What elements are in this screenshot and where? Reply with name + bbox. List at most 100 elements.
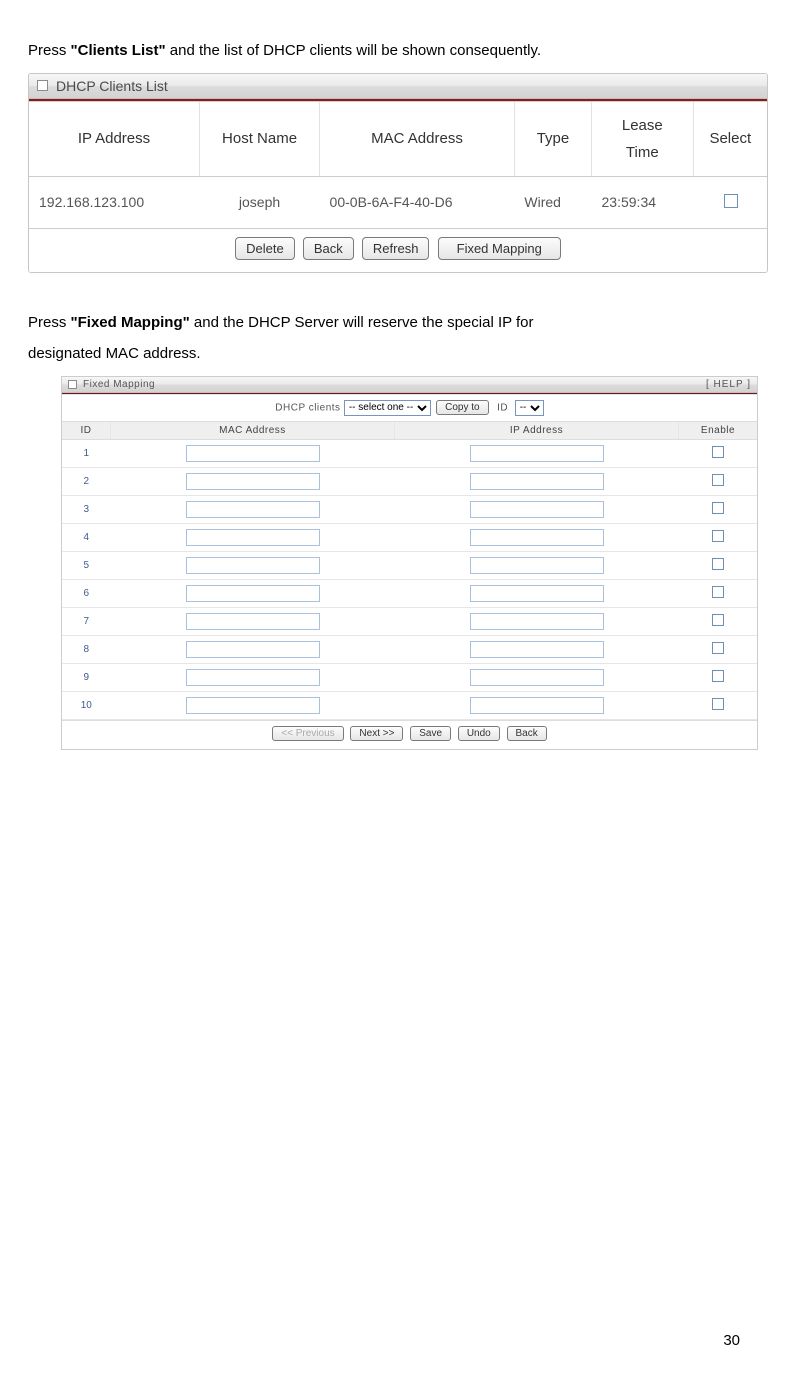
row-mac-cell: [111, 691, 395, 719]
ip-input[interactable]: [470, 697, 604, 714]
ip-input[interactable]: [470, 529, 604, 546]
copy-to-button[interactable]: Copy to: [436, 400, 488, 415]
row-id: 7: [62, 607, 111, 635]
mac-input[interactable]: [186, 529, 320, 546]
enable-checkbox[interactable]: [712, 670, 724, 682]
intro2-post2: designated MAC address.: [28, 345, 201, 362]
enable-checkbox[interactable]: [712, 530, 724, 542]
row-enable-cell: [679, 663, 758, 691]
dhcp-clients-panel: DHCP Clients List IP Address Host Name M…: [28, 73, 768, 273]
row-enable-cell: [679, 551, 758, 579]
row-enable-cell: [679, 635, 758, 663]
back-button[interactable]: Back: [303, 237, 354, 260]
row-ip-cell: [395, 663, 679, 691]
mac-input[interactable]: [186, 473, 320, 490]
row-ip-cell: [395, 495, 679, 523]
id-label: ID: [497, 402, 508, 413]
mac-input[interactable]: [186, 669, 320, 686]
row-id: 6: [62, 579, 111, 607]
enable-checkbox[interactable]: [712, 586, 724, 598]
ip-input[interactable]: [470, 585, 604, 602]
ip-input[interactable]: [470, 557, 604, 574]
table-row: 4: [62, 523, 757, 551]
mac-input[interactable]: [186, 641, 320, 658]
row-id: 1: [62, 439, 111, 467]
ip-input[interactable]: [470, 473, 604, 490]
intro2-post1: and the DHCP Server will reserve the spe…: [190, 314, 534, 331]
row-id: 8: [62, 635, 111, 663]
table-row: 3: [62, 495, 757, 523]
cell-type: Wired: [514, 176, 591, 228]
table-row: 2: [62, 467, 757, 495]
enable-checkbox[interactable]: [712, 614, 724, 626]
intro1-post: and the list of DHCP clients will be sho…: [166, 42, 541, 59]
row-ip-cell: [395, 551, 679, 579]
intro2-pre: Press: [28, 314, 71, 331]
cell-lease: 23:59:34: [592, 176, 694, 228]
prev-button[interactable]: << Previous: [272, 726, 343, 741]
cell-ip: 192.168.123.100: [29, 176, 200, 228]
row-ip-cell: [395, 467, 679, 495]
row-mac-cell: [111, 663, 395, 691]
ip-input[interactable]: [470, 669, 604, 686]
fixed-mapping-button[interactable]: Fixed Mapping: [438, 237, 561, 260]
row-mac-cell: [111, 467, 395, 495]
dhcp-clients-select[interactable]: -- select one --: [344, 400, 431, 416]
row-enable-cell: [679, 439, 758, 467]
col-ip: IP Address: [395, 422, 679, 440]
row-ip-cell: [395, 691, 679, 719]
row-mac-cell: [111, 579, 395, 607]
row-enable-cell: [679, 495, 758, 523]
mac-input[interactable]: [186, 613, 320, 630]
undo-button[interactable]: Undo: [458, 726, 500, 741]
row-mac-cell: [111, 439, 395, 467]
row-mac-cell: [111, 551, 395, 579]
refresh-button[interactable]: Refresh: [362, 237, 430, 260]
row-ip-cell: [395, 607, 679, 635]
table-row: 192.168.123.100 joseph 00-0B-6A-F4-40-D6…: [29, 176, 767, 228]
enable-checkbox[interactable]: [712, 446, 724, 458]
id-select[interactable]: --: [515, 400, 544, 416]
enable-checkbox[interactable]: [712, 502, 724, 514]
row-enable-cell: [679, 691, 758, 719]
ip-input[interactable]: [470, 445, 604, 462]
save-button[interactable]: Save: [410, 726, 451, 741]
next-button[interactable]: Next >>: [350, 726, 403, 741]
ip-input[interactable]: [470, 641, 604, 658]
back2-button[interactable]: Back: [507, 726, 547, 741]
ip-input[interactable]: [470, 501, 604, 518]
select-checkbox[interactable]: [724, 194, 738, 208]
row-ip-cell: [395, 579, 679, 607]
enable-checkbox[interactable]: [712, 698, 724, 710]
col-mac: MAC Address: [320, 102, 515, 177]
delete-button[interactable]: Delete: [235, 237, 295, 260]
cell-select: [693, 176, 767, 228]
clients-button-row: Delete Back Refresh Fixed Mapping: [29, 229, 767, 272]
table-row: 10: [62, 691, 757, 719]
minimize-icon: [68, 380, 77, 389]
intro1-bold: "Clients List": [71, 42, 166, 59]
row-id: 5: [62, 551, 111, 579]
fixed-mapping-header: Fixed Mapping [ HELP ]: [62, 377, 757, 393]
col-lease: Lease Time: [592, 102, 694, 177]
row-mac-cell: [111, 495, 395, 523]
enable-checkbox[interactable]: [712, 558, 724, 570]
mac-input[interactable]: [186, 445, 320, 462]
table-row: 9: [62, 663, 757, 691]
mac-input[interactable]: [186, 697, 320, 714]
mac-input[interactable]: [186, 557, 320, 574]
table-row: 7: [62, 607, 757, 635]
cell-host: joseph: [200, 176, 320, 228]
ip-input[interactable]: [470, 613, 604, 630]
intro-text-2: Press "Fixed Mapping" and the DHCP Serve…: [28, 307, 768, 370]
row-enable-cell: [679, 579, 758, 607]
dhcp-clients-label: DHCP clients: [275, 402, 340, 413]
help-link[interactable]: [ HELP ]: [706, 379, 751, 390]
row-ip-cell: [395, 523, 679, 551]
mac-input[interactable]: [186, 585, 320, 602]
mac-input[interactable]: [186, 501, 320, 518]
enable-checkbox[interactable]: [712, 642, 724, 654]
enable-checkbox[interactable]: [712, 474, 724, 486]
col-id: ID: [62, 422, 111, 440]
row-enable-cell: [679, 467, 758, 495]
